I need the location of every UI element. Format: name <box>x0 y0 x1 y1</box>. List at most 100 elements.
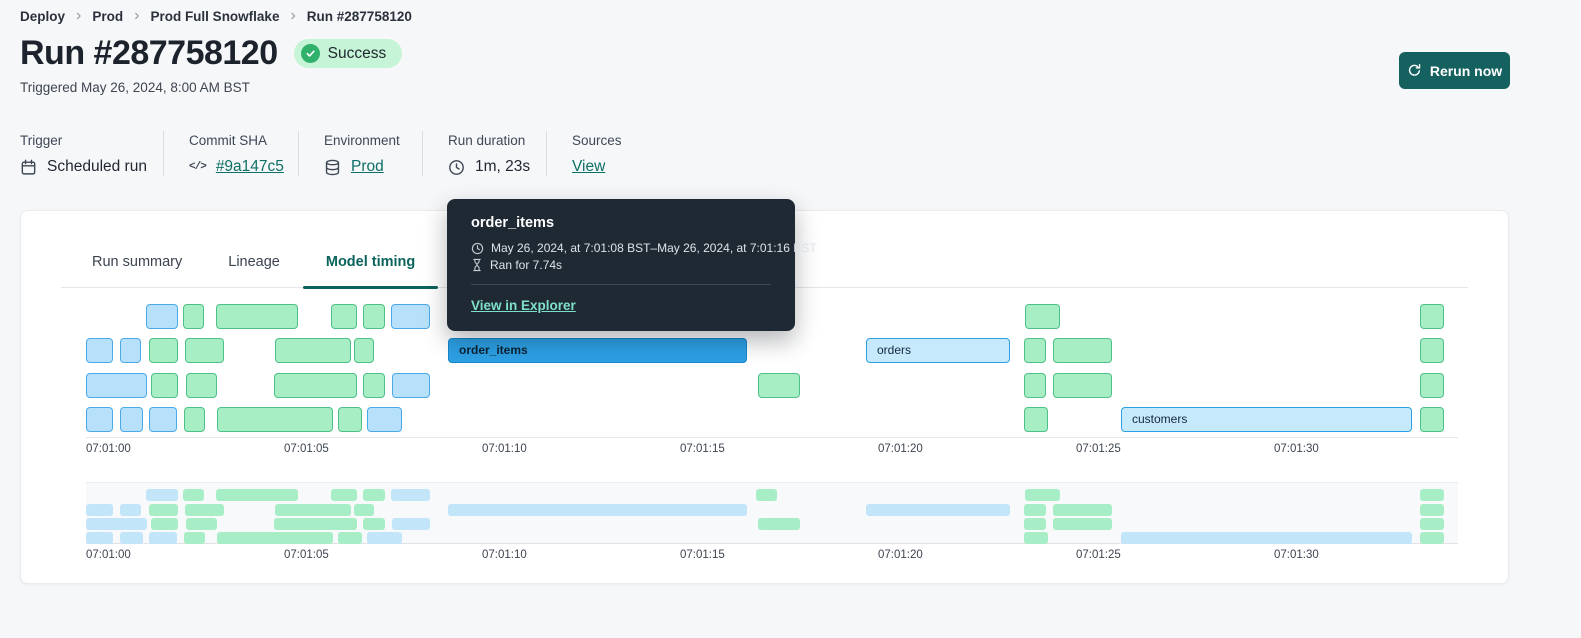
gantt-bar-label: orders <box>877 343 912 357</box>
axis-tick-label: 07:01:10 <box>482 443 527 455</box>
meta-col-duration: Run duration 1m, 23s <box>422 131 546 176</box>
axis-tick-label: 07:01:30 <box>1274 443 1319 455</box>
gantt-bar[interactable] <box>758 373 800 398</box>
gantt-bar[interactable] <box>86 373 147 398</box>
axis-tick-label: 07:01:25 <box>1076 549 1121 561</box>
tab-run-summary[interactable]: Run summary <box>69 254 205 287</box>
tooltip-duration: Ran for 7.74s <box>490 258 563 272</box>
gantt-bar-orders[interactable]: orders <box>866 338 1010 363</box>
environment-link[interactable]: Prod <box>351 158 384 176</box>
breadcrumb-deploy[interactable]: Deploy <box>20 9 65 24</box>
model-tooltip: order_items May 26, 2024, at 7:01:08 BST… <box>447 199 817 331</box>
tooltip-time-range: May 26, 2024, at 7:01:08 BST–May 26, 202… <box>491 241 817 255</box>
overview-bar <box>217 532 333 544</box>
gantt-bar[interactable] <box>183 304 204 329</box>
tooltip-model-name: order_items <box>471 215 555 231</box>
gantt-bar[interactable] <box>392 373 430 398</box>
run-metadata: Trigger Scheduled run Commit SHA </> #9a… <box>20 131 622 176</box>
gantt-bar[interactable] <box>363 373 385 398</box>
breadcrumb-job[interactable]: Prod Full Snowflake <box>150 9 279 24</box>
tab-label: Model timing <box>325 254 416 270</box>
gantt-bar-label: order_items <box>459 343 528 357</box>
gantt-bar[interactable] <box>186 373 217 398</box>
gantt-bar-customers[interactable]: customers <box>1121 407 1412 432</box>
overview-bar <box>1024 504 1046 516</box>
axis-tick-label: 07:01:10 <box>482 549 527 561</box>
overview-bar <box>186 518 217 530</box>
gantt-bar[interactable] <box>86 338 113 363</box>
gantt-bar[interactable] <box>120 407 143 432</box>
gantt-bar[interactable] <box>86 407 113 432</box>
gantt-bar[interactable] <box>185 338 224 363</box>
overview-bar <box>120 532 143 544</box>
gantt-bar[interactable] <box>1025 304 1060 329</box>
triggered-text: Triggered May 26, 2024, 8:00 AM BST <box>20 80 250 95</box>
gantt-bar[interactable] <box>184 407 205 432</box>
gantt-bar-order_items[interactable]: order_items <box>448 338 747 363</box>
view-in-explorer-link[interactable]: View in Explorer <box>471 298 576 313</box>
chevron-right-icon: › <box>134 7 140 24</box>
commit-sha-link[interactable]: #9a147c5 <box>216 158 284 176</box>
gantt-bar[interactable] <box>1053 373 1112 398</box>
meta-col-trigger: Trigger Scheduled run <box>20 131 163 176</box>
page-title: Run #287758120 <box>20 34 278 72</box>
model-timing-chart: order_items orders customers 07:01:00 07:01… <box>86 297 1458 564</box>
gantt-bar[interactable] <box>354 338 374 363</box>
status-badge: Success <box>293 39 403 68</box>
gantt-bar[interactable] <box>331 304 357 329</box>
gantt-bar[interactable] <box>275 338 351 363</box>
gantt-bar[interactable] <box>1024 407 1048 432</box>
overview-bar <box>866 504 1010 516</box>
axis-tick-label: 07:01:15 <box>680 443 725 455</box>
axis-tick-label: 07:01:05 <box>284 549 329 561</box>
axis-tick-label: 07:01:20 <box>878 549 923 561</box>
calendar-icon <box>20 159 37 176</box>
clock-icon <box>448 159 465 176</box>
gantt-bar[interactable] <box>363 304 385 329</box>
tab-lineage[interactable]: Lineage <box>205 254 303 287</box>
breadcrumb-prod[interactable]: Prod <box>92 9 123 24</box>
overview-bar <box>1053 518 1112 530</box>
gantt-bar[interactable] <box>217 407 333 432</box>
overview-bar <box>185 504 224 516</box>
axis-tick-label: 07:01:20 <box>878 443 923 455</box>
overview-bar <box>1024 532 1048 544</box>
gantt-bar[interactable] <box>367 407 402 432</box>
gantt-bar[interactable] <box>274 373 357 398</box>
gantt-bar[interactable] <box>1420 338 1444 363</box>
gantt-bar[interactable] <box>1053 338 1112 363</box>
meta-col-sources: Sources View <box>546 131 622 176</box>
overview-bar <box>1025 489 1060 501</box>
code-icon: </> <box>189 161 207 173</box>
gantt-bar[interactable] <box>151 373 178 398</box>
overview-bar <box>1121 532 1412 544</box>
gantt-bar[interactable] <box>338 407 362 432</box>
gantt-bar[interactable] <box>1024 338 1046 363</box>
gantt-bar[interactable] <box>120 338 141 363</box>
rerun-now-button[interactable]: Rerun now <box>1399 52 1510 89</box>
meta-col-environment: Environment Prod <box>298 131 422 176</box>
overview-bar <box>146 489 178 501</box>
breadcrumb: Deploy › Prod › Prod Full Snowflake › Ru… <box>20 8 412 24</box>
overview-bar <box>1024 518 1046 530</box>
gantt-bar[interactable] <box>391 304 430 329</box>
gantt-bar[interactable] <box>1420 373 1444 398</box>
gantt-bar[interactable] <box>1420 304 1444 329</box>
gantt-bar[interactable] <box>146 304 178 329</box>
gantt-bar[interactable] <box>149 407 177 432</box>
success-check-icon <box>300 44 320 63</box>
tab-model-timing[interactable]: Model timing <box>302 254 439 289</box>
overview-bar <box>363 489 385 501</box>
overview-bar <box>149 532 177 544</box>
overview-bar <box>448 504 747 516</box>
gantt-bar[interactable] <box>216 304 298 329</box>
overview-bar <box>392 518 430 530</box>
overview-bar <box>1053 504 1112 516</box>
axis-tick-label: 07:01:00 <box>86 443 131 455</box>
gantt-bar[interactable] <box>149 338 178 363</box>
gantt-bar[interactable] <box>1024 373 1046 398</box>
sources-view-link[interactable]: View <box>572 158 605 176</box>
gantt-bar[interactable] <box>1420 407 1444 432</box>
overview-bar <box>86 504 113 516</box>
timeline-overview[interactable] <box>86 482 1458 544</box>
